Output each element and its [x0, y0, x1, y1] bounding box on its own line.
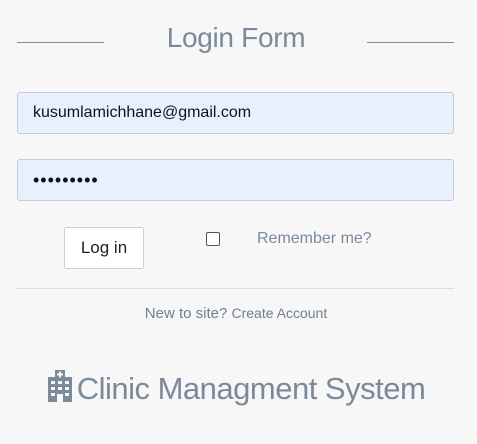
- login-page: Login Form Log in Remember me? New to si…: [0, 0, 477, 444]
- password-field[interactable]: [17, 159, 454, 201]
- hospital-building-icon: [47, 370, 73, 410]
- signup-line: New to site? Create Account: [0, 305, 472, 322]
- form-divider: [17, 288, 454, 289]
- brand-name: Clinic Managment System: [76, 371, 426, 406]
- brand: Clinic Managment System: [0, 370, 472, 410]
- create-account-link[interactable]: Create Account: [231, 305, 327, 321]
- signup-prompt: New to site?: [144, 305, 228, 322]
- header-divider-right: [367, 42, 454, 43]
- email-field[interactable]: [17, 92, 454, 134]
- login-button[interactable]: Log in: [64, 227, 144, 269]
- remember-me-label: Remember me?: [257, 230, 372, 247]
- remember-me-checkbox[interactable]: [206, 232, 220, 246]
- form-title: Login Form: [166, 22, 306, 53]
